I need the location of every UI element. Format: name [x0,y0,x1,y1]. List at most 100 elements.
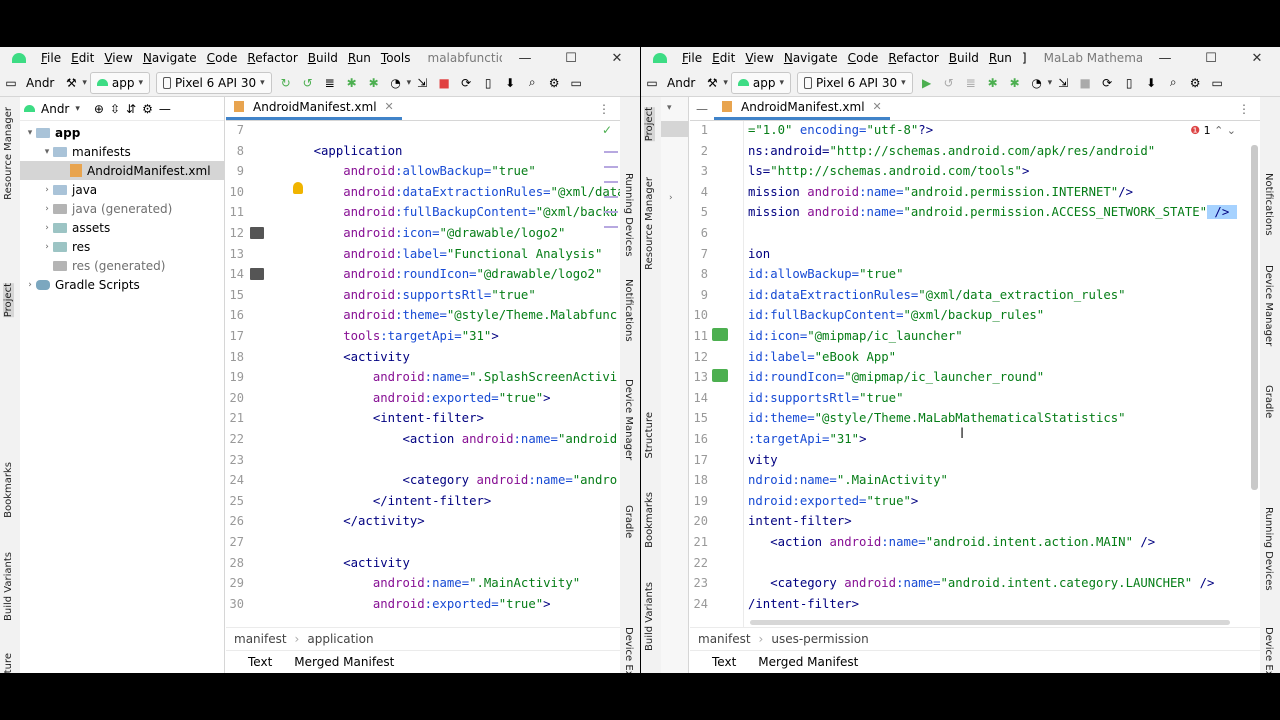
run-config-dropdown[interactable]: app ▾ [730,71,792,94]
chevron-down-icon[interactable]: ▾ [24,128,36,138]
chevron-right-icon[interactable]: › [661,137,688,203]
menu-view[interactable]: View [740,51,778,65]
code-line[interactable]: id:icon="@mipmap/ic_launcher" [748,326,963,347]
menu-refactor[interactable]: Refactor [242,51,302,65]
menu-[interactable]: ] [1017,51,1032,65]
gear-icon[interactable]: ⚙ [543,72,565,94]
stop-icon[interactable]: ■ [1074,72,1096,94]
debug-icon[interactable]: ✱ [982,72,1004,94]
sdk-manager-icon[interactable]: ⬇ [499,72,521,94]
code-line[interactable]: </intent-filter> [284,491,491,512]
chevron-up-icon[interactable]: ⌃ [1214,124,1223,137]
build-variants-tab[interactable]: Build Variants [644,582,655,651]
search-icon[interactable]: ⌕ [1162,72,1184,94]
code-line[interactable]: android:theme="@style/Theme.Malabfunc [284,305,617,326]
collapse-all-icon[interactable]: ⇵ [126,102,136,116]
menu-code[interactable]: Code [843,51,884,65]
gradle-tab[interactable]: Gradle [623,505,634,538]
menu-navigate[interactable]: Navigate [779,51,843,65]
code-line[interactable]: </activity> [284,511,424,532]
code-line[interactable]: intent-filter> [748,511,852,532]
tab-text[interactable]: Text [248,655,272,669]
device-dropdown[interactable]: Pixel 6 API 30 ▾ [797,71,913,94]
code-line[interactable]: android:icon="@drawable/logo2" [284,223,565,244]
bookmark-icon[interactable]: ▭ [565,72,587,94]
sdk-manager-icon[interactable]: ⬇ [1140,72,1162,94]
device-explorer-tab[interactable]: Device Explorer [1263,627,1274,673]
code-line[interactable]: vity [748,450,778,471]
gear-icon[interactable]: ⚙ [142,102,153,116]
code-line[interactable]: android:roundIcon="@drawable/logo2" [284,264,602,285]
running-devices-tab[interactable]: Running Devices [1263,507,1274,591]
code-line[interactable]: android:name=".MainActivity" [284,573,580,594]
code-line[interactable]: id:label="eBook App" [748,347,896,368]
profile-icon[interactable]: ◔ [385,72,407,94]
code-line[interactable]: ="1.0" encoding="utf-8"?> [748,121,933,141]
tree-item[interactable]: ▾ app [20,123,224,142]
menu-navigate[interactable]: Navigate [138,51,202,65]
close-window-icon[interactable]: ✕ [1234,51,1280,66]
problems-indicator[interactable]: ❶ 1 ⌃ ⌄ [1190,124,1236,137]
list-icon[interactable]: ≣ [960,72,982,94]
device-manager-tab[interactable]: Device Manager [623,379,634,460]
notifications-tab[interactable]: Notifications [623,279,634,342]
search-icon[interactable]: ⌕ [521,72,543,94]
code-line[interactable]: /intent-filter> [748,594,859,615]
menu-file[interactable]: File [36,51,66,65]
tree-item[interactable]: › res [20,237,224,256]
code-line[interactable]: <intent-filter> [284,408,484,429]
run-icon[interactable]: ▶ [916,72,938,94]
attach-debugger-icon[interactable]: ⇲ [411,72,433,94]
menu-build[interactable]: Build [303,51,343,65]
chevron-right-icon[interactable]: › [41,223,53,233]
device-dropdown[interactable]: Pixel 6 API 30 ▾ [156,71,272,94]
code-line[interactable]: android:supportsRtl="true" [284,285,536,306]
code-line[interactable]: <category android:name="android.intent.c… [748,573,1214,594]
hammer-make-icon[interactable]: ⚒ [60,72,82,94]
structure-tab[interactable]: Structure [3,653,14,673]
running-devices-tab[interactable]: Running Devices [623,173,634,257]
code-line[interactable]: ls="http://schemas.android.com/tools"> [748,161,1029,182]
code-line[interactable]: id:theme="@style/Theme.MaLabMathematical… [748,408,1126,429]
bookmarks-tab[interactable]: Bookmarks [3,462,14,518]
code-line[interactable]: id:dataExtractionRules="@xml/data_extrac… [748,285,1126,306]
code-line[interactable]: ndroid:name=".MainActivity" [748,470,948,491]
tab-androidmanifest[interactable]: AndroidManifest.xml ✕ [226,97,402,120]
code-line[interactable]: <action android:name="android.intent.act… [748,532,1155,553]
tree-item[interactable]: › Gradle Scripts [20,275,224,294]
tab-text[interactable]: Text [712,655,736,669]
vertical-scrollbar[interactable] [1251,145,1258,490]
tree-item[interactable]: res (generated) [20,256,224,275]
breadcrumb-item[interactable]: application [307,632,373,646]
code-line[interactable]: :targetApi="31"> [748,429,866,450]
bookmark-icon[interactable]: ▭ [1206,72,1228,94]
breadcrumb-item[interactable]: manifest [698,632,751,646]
chevron-right-icon[interactable]: › [41,242,53,252]
code-line[interactable]: tools:targetApi="31"> [284,326,499,347]
chevron-down-icon[interactable]: ⌄ [1227,124,1236,137]
hide-icon[interactable]: — [696,102,708,116]
avd-manager-icon[interactable]: ▯ [477,72,499,94]
close-icon[interactable]: ✕ [873,100,882,113]
code-line[interactable]: <application [284,141,403,162]
run-config-dropdown[interactable]: app ▾ [89,71,151,94]
tree-item[interactable]: AndroidManifest.xml [20,161,224,180]
menu-run[interactable]: Run [984,51,1017,65]
rerun-icon[interactable]: ↻ [275,72,297,94]
code-line[interactable]: android:name=".SplashScreenActivi [284,367,617,388]
coverage-icon[interactable]: ✱ [1004,72,1026,94]
device-explorer-tab[interactable]: Device Explorer [623,627,634,673]
resource-manager-tab[interactable]: Resource Manager [644,177,655,270]
stop-icon[interactable]: ■ [433,72,455,94]
more-options-icon[interactable]: ⋮ [598,102,610,116]
tree-item[interactable]: › java (generated) [20,199,224,218]
code-line[interactable]: android:fullBackupContent="@xml/backu [284,202,617,223]
code-line[interactable]: id:allowBackup="true" [748,264,903,285]
chevron-right-icon[interactable]: › [24,280,36,290]
sync-gradle-icon[interactable]: ⟳ [1096,72,1118,94]
minimize-icon[interactable]: — [502,51,548,66]
profile-icon[interactable]: ◔ [1026,72,1048,94]
code-line[interactable]: ndroid:exported="true"> [748,491,918,512]
hammer-make-icon[interactable]: ⚒ [701,72,723,94]
project-tab[interactable]: Project [3,283,14,318]
